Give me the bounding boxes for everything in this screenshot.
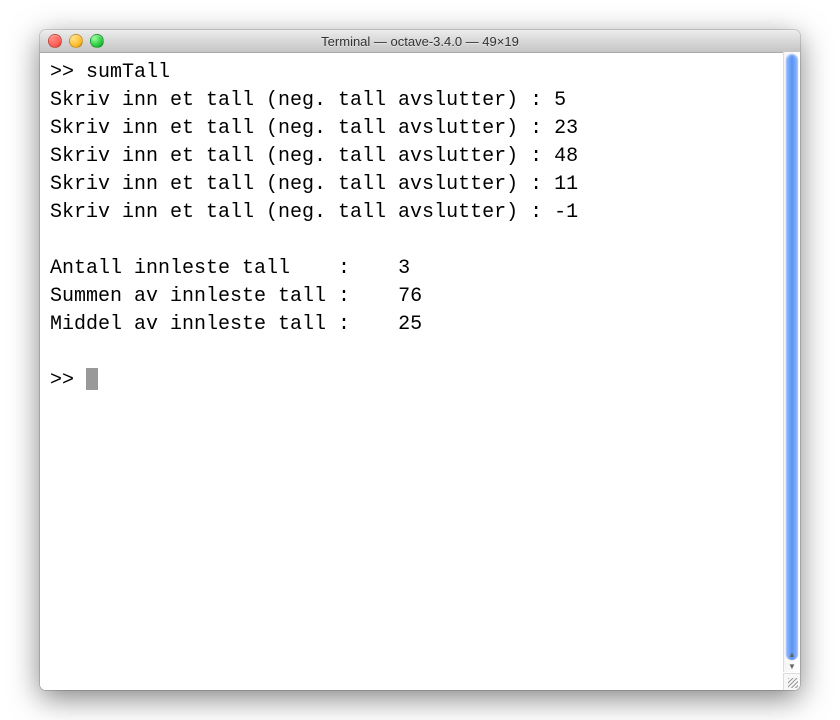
input-line: Skriv inn et tall (neg. tall avslutter) … [50,201,578,224]
prompt: >> [50,61,74,84]
scroll-down-icon[interactable]: ▼ [784,660,800,672]
titlebar[interactable]: Terminal — octave-3.4.0 — 49×19 [40,30,800,53]
result-line: Summen av innleste tall : 76 [50,285,422,308]
scroll-up-icon[interactable]: ▲ [784,648,800,660]
result-line: Middel av innleste tall : 25 [50,313,422,336]
terminal-window: Terminal — octave-3.4.0 — 49×19 >> sumTa… [40,30,800,690]
scroll-arrows: ▲ ▼ [784,648,800,672]
resize-handle[interactable] [783,673,800,690]
close-icon[interactable] [48,34,62,48]
result-line: Antall innleste tall : 3 [50,257,410,280]
scrollbar[interactable]: ▲ ▼ [783,52,800,672]
input-line: Skriv inn et tall (neg. tall avslutter) … [50,173,578,196]
prompt: >> [50,369,74,392]
input-line: Skriv inn et tall (neg. tall avslutter) … [50,89,566,112]
input-line: Skriv inn et tall (neg. tall avslutter) … [50,117,578,140]
command: sumTall [86,61,170,84]
scrollbar-thumb[interactable] [786,54,798,660]
input-line: Skriv inn et tall (neg. tall avslutter) … [50,145,578,168]
zoom-icon[interactable] [90,34,104,48]
window-title: Terminal — octave-3.4.0 — 49×19 [321,34,519,49]
traffic-lights [48,34,104,48]
minimize-icon[interactable] [69,34,83,48]
cursor [86,368,98,390]
terminal-content[interactable]: >> sumTall Skriv inn et tall (neg. tall … [40,53,800,690]
